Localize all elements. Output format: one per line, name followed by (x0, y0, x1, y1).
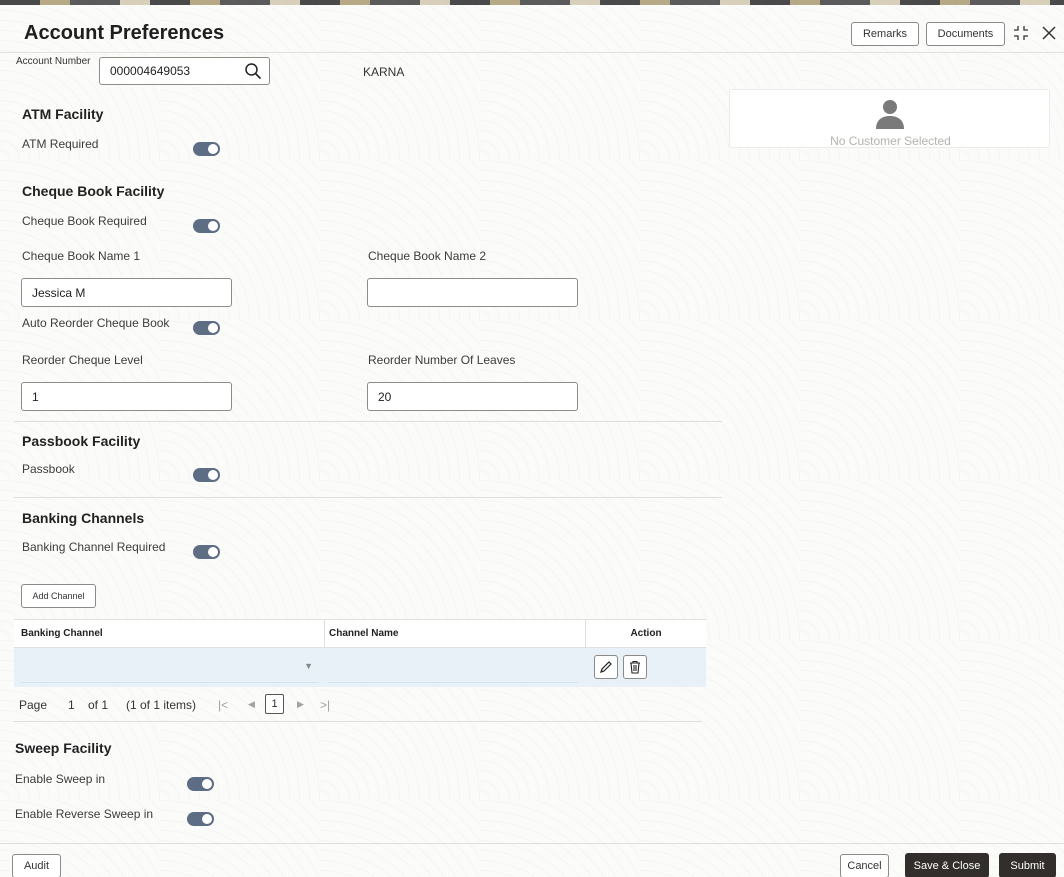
current-page-button[interactable]: 1 (265, 694, 284, 714)
reorder-leaves-label: Reorder Number Of Leaves (368, 353, 516, 367)
cheque-name1-input[interactable]: Jessica M (21, 278, 232, 307)
cancel-button[interactable]: Cancel (840, 854, 889, 877)
last-page-icon[interactable]: >| (320, 698, 330, 712)
banking-channels-table: Banking Channel Channel Name Action ▼ (14, 619, 706, 687)
reorder-leaves-input[interactable]: 20 (367, 382, 578, 411)
reorder-leaves-value: 20 (378, 389, 392, 404)
column-header-action: Action (630, 628, 662, 639)
sweep-enable-label: Enable Sweep in (15, 772, 106, 786)
submit-button[interactable]: Submit (999, 853, 1056, 877)
atm-section-title: ATM Facility (22, 106, 104, 122)
column-header-banking-channel: Banking Channel (21, 628, 103, 639)
channel-name-input[interactable] (328, 652, 578, 683)
cheque-name2-input[interactable] (367, 278, 578, 307)
edit-icon[interactable] (594, 655, 618, 679)
user-avatar-icon (873, 96, 907, 130)
delete-icon[interactable] (623, 655, 647, 679)
reverse-sweep-label: Enable Reverse Sweep in (15, 807, 154, 821)
add-channel-button[interactable]: Add Channel (21, 584, 96, 608)
passbook-toggle[interactable] (193, 468, 220, 482)
audit-button[interactable]: Audit (12, 854, 61, 877)
page-title: Account Preferences (24, 22, 225, 44)
reorder-level-label: Reorder Cheque Level (22, 353, 143, 367)
cheque-required-label: Cheque Book Required (22, 214, 147, 228)
column-header-channel-name: Channel Name (329, 628, 399, 639)
pager-page-number: 1 (68, 698, 75, 712)
customer-name: KARNA (363, 65, 405, 79)
remarks-button[interactable]: Remarks (851, 22, 919, 46)
table-row: ▼ (14, 648, 706, 687)
section-divider (14, 721, 702, 722)
column-divider (324, 620, 325, 648)
reverse-sweep-toggle[interactable] (187, 812, 214, 826)
cheque-name2-label: Cheque Book Name 2 (368, 249, 487, 263)
close-icon[interactable] (1040, 24, 1058, 42)
previous-page-icon[interactable]: ◀ (248, 699, 255, 710)
pager-items-count: (1 of 1 items) (126, 698, 197, 712)
reorder-level-input[interactable]: 1 (21, 382, 232, 411)
chevron-down-icon: ▼ (304, 661, 313, 671)
search-icon[interactable] (244, 62, 262, 80)
cheque-required-toggle[interactable] (193, 219, 220, 233)
footer-divider (0, 843, 1064, 844)
atm-required-label: ATM Required (22, 137, 99, 151)
documents-button[interactable]: Documents (926, 22, 1005, 46)
top-banner-strip (0, 0, 1064, 5)
atm-required-toggle[interactable] (193, 142, 220, 156)
pager-of-total: of 1 (88, 698, 109, 712)
customer-card: No Customer Selected (729, 89, 1050, 148)
header-divider (0, 52, 1064, 53)
sweep-enable-toggle[interactable] (187, 777, 214, 791)
account-number-label: Account Number (16, 56, 91, 67)
auto-reorder-label: Auto Reorder Cheque Book (22, 316, 170, 330)
no-customer-text: No Customer Selected (830, 134, 951, 148)
sweep-section-title: Sweep Facility (15, 740, 112, 756)
passbook-section-title: Passbook Facility (22, 433, 141, 449)
cheque-section-title: Cheque Book Facility (22, 183, 165, 199)
reorder-level-value: 1 (32, 389, 39, 404)
banking-required-toggle[interactable] (193, 545, 220, 559)
table-header-row: Banking Channel Channel Name Action (14, 620, 706, 648)
section-divider (14, 421, 722, 422)
save-close-button[interactable]: Save & Close (905, 853, 989, 877)
pager-page-label: Page (19, 698, 48, 712)
account-number-value: 000004649053 (110, 64, 191, 78)
banking-required-label: Banking Channel Required (22, 540, 166, 554)
next-page-icon[interactable]: ▶ (297, 699, 304, 710)
banking-section-title: Banking Channels (22, 510, 145, 526)
first-page-icon[interactable]: |< (218, 698, 228, 712)
auto-reorder-toggle[interactable] (193, 321, 220, 335)
passbook-label: Passbook (22, 462, 75, 476)
cheque-name1-value: Jessica M (32, 285, 86, 300)
section-divider (14, 497, 722, 498)
minimize-icon[interactable] (1012, 24, 1030, 42)
cheque-name1-label: Cheque Book Name 1 (22, 249, 141, 263)
banking-channel-select[interactable]: ▼ (20, 652, 319, 683)
